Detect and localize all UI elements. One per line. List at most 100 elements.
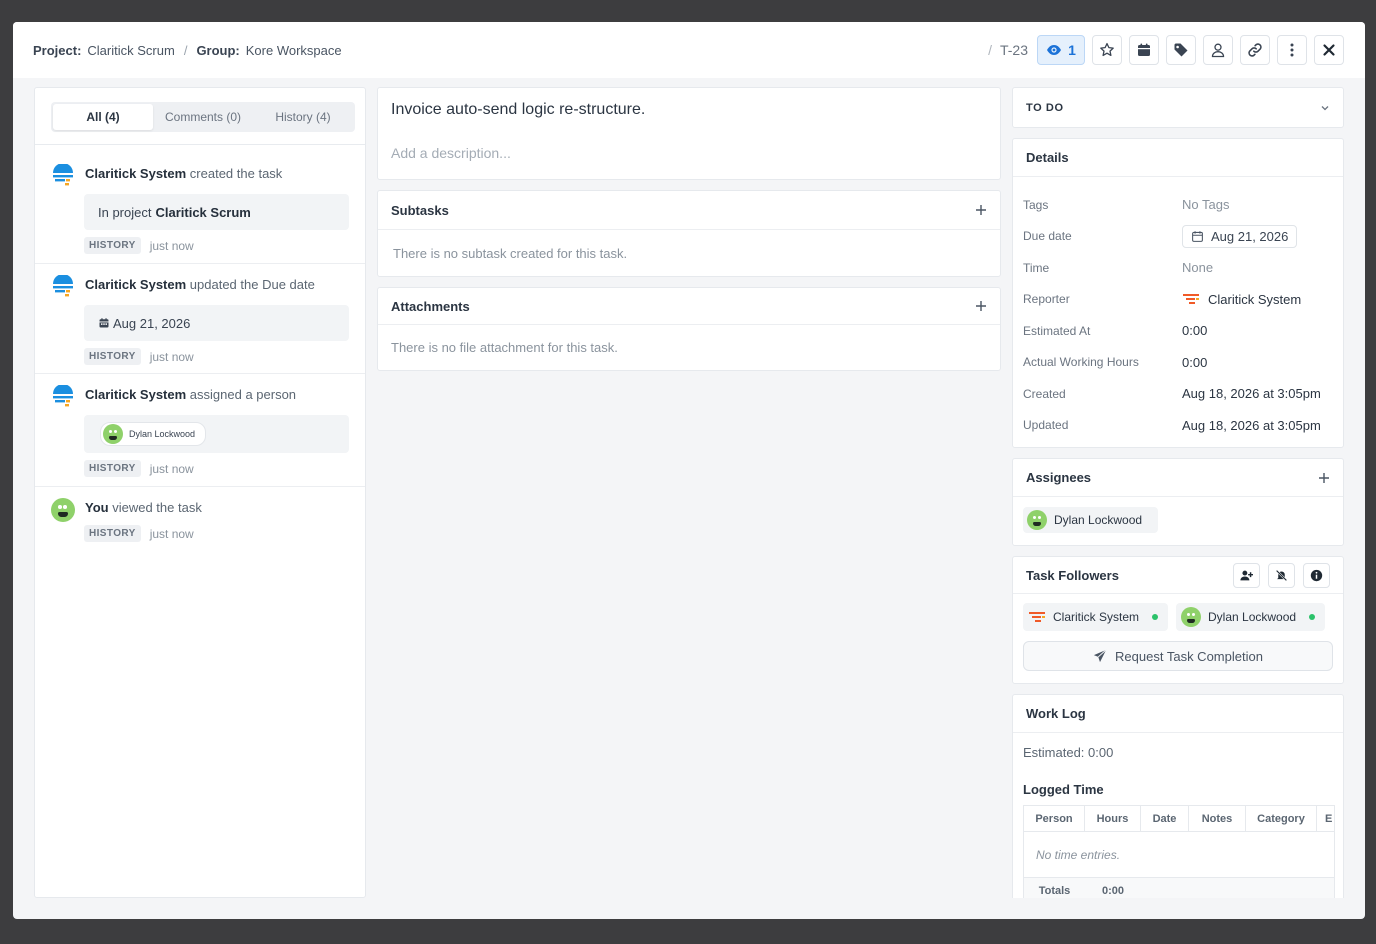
plus-icon <box>976 205 986 215</box>
watch-button[interactable]: 1 <box>1037 35 1085 65</box>
updated-value: Aug 18, 2026 at 3:05pm <box>1182 417 1321 433</box>
worklog-title: Work Log <box>1013 695 1343 733</box>
activity-text: You viewed the task <box>85 499 202 517</box>
history-badge: HISTORY <box>84 237 141 254</box>
calendar-button[interactable] <box>1129 35 1159 65</box>
avatar <box>1027 510 1047 530</box>
column-hours[interactable]: Hours <box>1085 806 1141 831</box>
mute-button[interactable] <box>1268 562 1295 588</box>
activity-actor[interactable]: Claritick System <box>85 166 186 181</box>
activity-detail-project[interactable]: Claritick Scrum <box>155 205 250 220</box>
task-title[interactable]: Invoice auto-send logic re-structure. <box>391 101 987 119</box>
person-chip-name: Dylan Lockwood <box>129 429 196 439</box>
add-assignee-button[interactable] <box>1318 472 1330 484</box>
tab-comments[interactable]: Comments (0) <box>153 104 253 130</box>
task-modal: Project: Claritick Scrum / Group: Kore W… <box>13 22 1365 919</box>
activity-item: Claritick System assigned a person Dylan… <box>35 374 365 487</box>
tab-history[interactable]: History (4) <box>253 104 353 130</box>
status-value: TO DO <box>1026 101 1064 114</box>
assign-user-button[interactable] <box>1203 35 1233 65</box>
assignees-card: Assignees Dylan Lockwood <box>1012 458 1344 546</box>
due-date-value: Aug 21, 2026 <box>1211 228 1289 244</box>
activity-detail-prefix: In project <box>98 204 152 220</box>
star-button[interactable] <box>1092 35 1122 65</box>
tag-button[interactable] <box>1166 35 1196 65</box>
attachments-title: Attachments <box>391 298 470 314</box>
followers-info-button[interactable] <box>1303 562 1330 588</box>
follower-chip[interactable]: Claritick System <box>1023 603 1169 631</box>
follower-chip[interactable]: Dylan Lockwood <box>1176 603 1326 631</box>
more-vertical-icon <box>1290 43 1294 57</box>
tab-all[interactable]: All (4) <box>53 104 153 130</box>
person-chip[interactable]: Dylan Lockwood <box>100 422 207 446</box>
close-icon <box>1323 44 1335 56</box>
details-title: Details <box>1013 139 1343 177</box>
close-button[interactable] <box>1314 35 1344 65</box>
group-link[interactable]: Kore Workspace <box>246 43 342 58</box>
detail-row-reporter: Reporter Claritick System <box>1023 284 1333 316</box>
project-link[interactable]: Claritick Scrum <box>87 43 174 58</box>
group-label: Group: <box>196 42 240 58</box>
more-options-button[interactable] <box>1277 35 1307 65</box>
detail-row-actual-hours: Actual Working Hours 0:00 <box>1023 347 1333 379</box>
activity-actor[interactable]: Claritick System <box>85 387 186 402</box>
activity-time: just now <box>149 461 194 476</box>
online-status-indicator <box>1309 614 1316 620</box>
chevron-down-icon <box>1321 105 1329 110</box>
bell-slash-icon <box>1275 569 1288 581</box>
tags-value[interactable]: No Tags <box>1182 197 1229 212</box>
activity-panel: All (4) Comments (0) History (4) Clariti… <box>34 87 366 898</box>
column-person[interactable]: Person <box>1024 806 1085 831</box>
tag-icon <box>1174 43 1188 57</box>
activity-text: Claritick System assigned a person <box>85 386 296 404</box>
detail-label: Time <box>1023 260 1050 275</box>
activity-time: just now <box>149 349 194 364</box>
add-subtask-button[interactable] <box>975 204 987 216</box>
reporter-name: Claritick System <box>1208 291 1302 307</box>
worklog-card: Work Log Estimated: 0:00 Logged Time Per… <box>1012 694 1344 898</box>
attachments-section: Attachments There is no file attachment … <box>377 287 1001 371</box>
activity-action: viewed the task <box>112 500 202 515</box>
column-notes[interactable]: Notes <box>1189 806 1246 831</box>
status-dropdown[interactable]: TO DO <box>1012 87 1344 128</box>
estimated-value[interactable]: 0:00 <box>1182 323 1207 338</box>
activity-actor[interactable]: Claritick System <box>85 277 186 292</box>
calendar-icon <box>99 318 109 328</box>
time-value[interactable]: None <box>1182 260 1213 275</box>
actual-hours-value: 0:00 <box>1182 354 1208 370</box>
description-input[interactable]: Add a description... <box>391 145 987 161</box>
header-actions: / T-23 1 <box>988 35 1344 65</box>
add-attachment-button[interactable] <box>975 300 987 312</box>
task-id: / T-23 <box>988 42 1028 58</box>
column-date[interactable]: Date <box>1141 806 1189 831</box>
request-completion-button[interactable]: Request Task Completion <box>1023 641 1333 671</box>
info-icon <box>1310 569 1323 581</box>
detail-label: Actual Working Hours <box>1023 355 1139 370</box>
column-truncated[interactable]: E <box>1317 806 1334 831</box>
logged-time-table: Person Hours Date Notes Category E No ti… <box>1023 805 1335 898</box>
activity-action: assigned a person <box>189 387 297 402</box>
logged-time-title: Logged Time <box>1023 782 1104 797</box>
detail-row-tags: Tags No Tags <box>1023 189 1333 221</box>
attachments-empty: There is no file attachment for this tas… <box>391 340 618 355</box>
worklog-estimated: Estimated: 0:00 <box>1023 745 1114 760</box>
column-category[interactable]: Category <box>1246 806 1317 831</box>
add-follower-button[interactable] <box>1233 562 1260 588</box>
detail-row-updated: Updated Aug 18, 2026 at 3:05pm <box>1023 410 1333 442</box>
activity-detail-date: Aug 21, 2026 <box>113 315 191 331</box>
details-card: Details Tags No Tags Due date Aug 21, 20… <box>1012 138 1344 448</box>
due-date-picker[interactable]: Aug 21, 2026 <box>1182 224 1298 248</box>
detail-label: Updated <box>1023 418 1069 433</box>
copy-link-button[interactable] <box>1240 35 1270 65</box>
activity-item: Claritick System created the task In pro… <box>35 145 365 264</box>
paper-plane-icon <box>1093 649 1107 663</box>
totals-label: Totals <box>1038 885 1071 897</box>
task-main: Invoice auto-send logic re-structure. Ad… <box>377 87 1001 371</box>
assignee-name: Dylan Lockwood <box>1054 513 1143 527</box>
assignee-chip[interactable]: Dylan Lockwood <box>1023 507 1159 533</box>
claritick-logo-icon <box>1183 294 1199 305</box>
activity-time: just now <box>149 238 194 253</box>
activity-item: Claritick System updated the Due date Au… <box>35 264 365 374</box>
claritick-system-icon <box>53 385 73 407</box>
plus-icon <box>976 301 986 311</box>
